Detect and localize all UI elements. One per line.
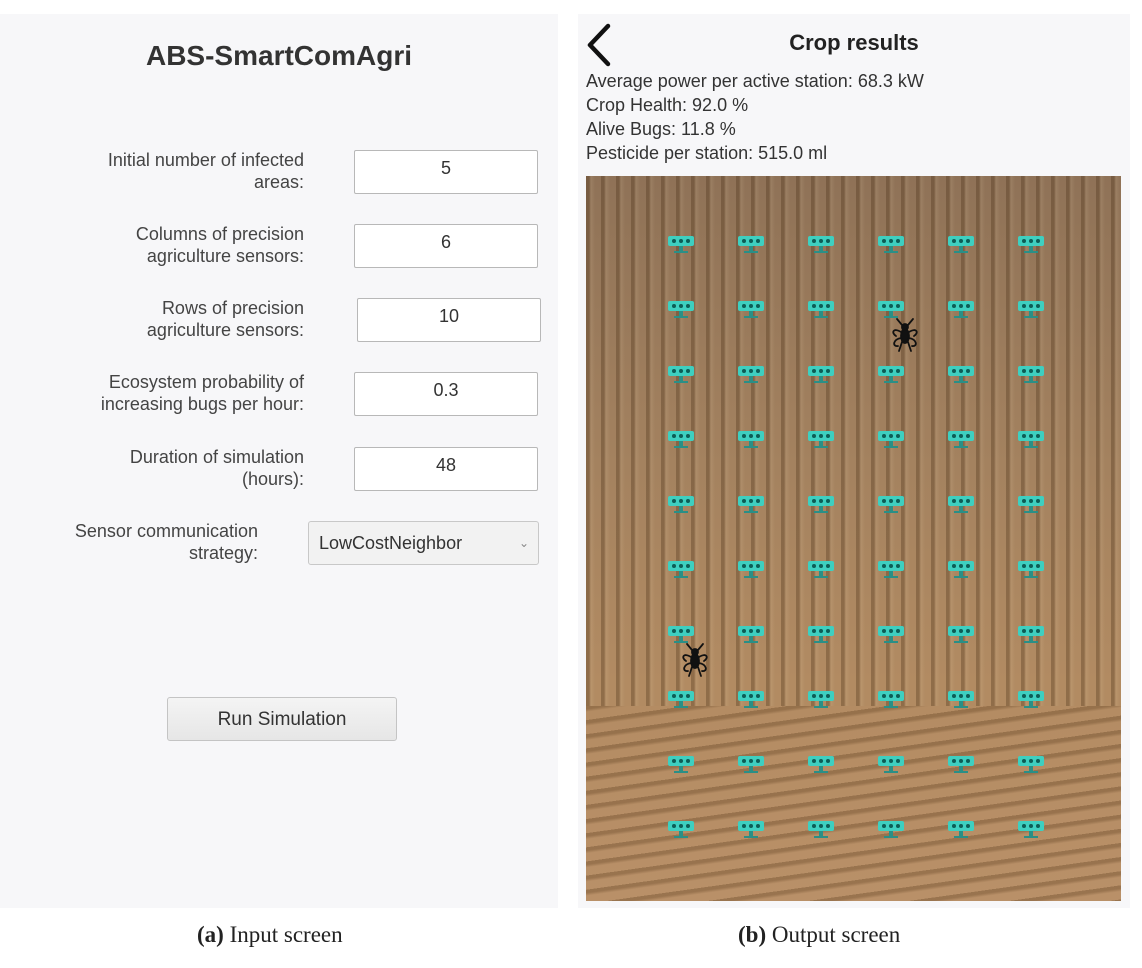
caption-input-screen: (a) Input screen — [197, 922, 343, 947]
sensor-station-icon — [668, 496, 694, 513]
sensor-station-icon — [738, 821, 764, 838]
infected-areas-label: Initial number of infected areas: — [107, 150, 304, 192]
sensor-station-icon — [808, 366, 834, 383]
sensor-station-icon — [738, 236, 764, 253]
sensor-station-icon — [1018, 756, 1044, 773]
sensor-station-icon — [668, 691, 694, 708]
sensor-station-icon — [808, 561, 834, 578]
sensor-station-icon — [1018, 561, 1044, 578]
sensor-station-icon — [948, 756, 974, 773]
chevron-down-icon: ⌄ — [518, 536, 529, 550]
sensor-station-icon — [1018, 366, 1044, 383]
sensor-station-icon — [668, 301, 694, 318]
sensor-station-icon — [948, 301, 974, 318]
sensor-station-icon — [668, 821, 694, 838]
strategy-label: Sensor communication strategy: — [74, 521, 258, 563]
sensor-station-icon — [1018, 496, 1044, 513]
stat-crop-health: Crop Health: 92.0 % — [586, 95, 749, 115]
sensor-station-icon — [948, 561, 974, 578]
infected-areas-input[interactable] — [354, 150, 538, 194]
sensor-columns-row: Columns of precision agriculture sensors… — [0, 224, 558, 284]
caption-output-screen: (b) Output screen — [738, 922, 901, 947]
sensor-station-icon — [948, 366, 974, 383]
sensor-rows-row: Rows of precision agriculture sensors: — [0, 298, 558, 358]
sensor-station-icon — [1018, 691, 1044, 708]
sensor-station-icon — [1018, 431, 1044, 448]
sensor-station-icon — [878, 561, 904, 578]
sensor-station-icon — [738, 756, 764, 773]
strategy-select[interactable]: LowCostNeighbor ⌄ — [308, 521, 539, 565]
crop-field-map — [586, 176, 1121, 901]
stat-alive-bugs: Alive Bugs: 11.8 % — [586, 119, 736, 139]
sensor-station-icon — [738, 691, 764, 708]
sensor-station-icon — [1018, 626, 1044, 643]
sensor-station-icon — [948, 496, 974, 513]
bug-probability-row: Ecosystem probability of increasing bugs… — [0, 372, 558, 432]
run-simulation-button[interactable]: Run Simulation — [167, 697, 397, 741]
sensor-station-icon — [668, 626, 694, 643]
sensor-station-icon — [808, 431, 834, 448]
bug-probability-input[interactable] — [354, 372, 538, 416]
sensor-station-icon — [808, 496, 834, 513]
sensor-station-icon — [738, 626, 764, 643]
sensor-station-icon — [948, 626, 974, 643]
sensor-columns-label: Columns of precision agriculture sensors… — [135, 224, 304, 266]
bug-icon — [892, 318, 918, 352]
sensor-station-icon — [878, 431, 904, 448]
duration-input[interactable] — [354, 447, 538, 491]
sensor-station-icon — [738, 366, 764, 383]
sensor-station-icon — [1018, 236, 1044, 253]
duration-label: Duration of simulation (hours): — [129, 447, 304, 489]
sensor-station-icon — [878, 626, 904, 643]
sensor-station-icon — [668, 431, 694, 448]
crop-results-title: Crop results — [789, 30, 919, 55]
sensor-station-icon — [668, 366, 694, 383]
sensor-rows-input[interactable] — [357, 298, 541, 342]
output-screen: Crop results Average power per active st… — [578, 14, 1130, 908]
sensor-station-icon — [1018, 821, 1044, 838]
sensor-station-icon — [738, 431, 764, 448]
sensor-station-icon — [668, 756, 694, 773]
sensor-station-icon — [878, 821, 904, 838]
sensor-station-icon — [948, 821, 974, 838]
sensor-station-icon — [738, 561, 764, 578]
sensor-station-icon — [948, 431, 974, 448]
bug-probability-label: Ecosystem probability of increasing bugs… — [100, 372, 304, 414]
sensor-station-icon — [668, 236, 694, 253]
sensor-station-icon — [878, 691, 904, 708]
sensor-station-icon — [878, 236, 904, 253]
sensor-station-icon — [878, 301, 904, 318]
sensor-station-icon — [878, 496, 904, 513]
sensor-station-icon — [878, 756, 904, 773]
sensor-station-icon — [808, 821, 834, 838]
sensor-station-icon — [948, 236, 974, 253]
sensor-station-icon — [808, 236, 834, 253]
sensor-station-icon — [808, 626, 834, 643]
sensor-station-icon — [738, 496, 764, 513]
stat-average-power: Average power per active station: 68.3 k… — [586, 71, 924, 91]
sensor-rows-label: Rows of precision agriculture sensors: — [146, 298, 304, 340]
sensor-station-icon — [808, 691, 834, 708]
app-title: ABS-SmartComAgri — [145, 40, 413, 71]
sensor-columns-input[interactable] — [354, 224, 538, 268]
duration-row: Duration of simulation (hours): — [0, 447, 558, 507]
sensor-station-icon — [668, 561, 694, 578]
sensor-station-icon — [878, 366, 904, 383]
strategy-row: Sensor communication strategy: LowCostNe… — [0, 521, 558, 581]
sensor-station-icon — [1018, 301, 1044, 318]
sensor-station-icon — [808, 301, 834, 318]
field-lower-furrows — [586, 706, 1121, 901]
bug-icon — [682, 643, 708, 677]
sensor-station-icon — [808, 756, 834, 773]
strategy-value: LowCostNeighbor — [319, 533, 463, 553]
stat-pesticide: Pesticide per station: 515.0 ml — [586, 143, 828, 163]
infected-areas-row: Initial number of infected areas: — [0, 150, 558, 210]
input-screen: ABS-SmartComAgri Initial number of infec… — [0, 14, 558, 908]
sensor-station-icon — [948, 691, 974, 708]
sensor-station-icon — [738, 301, 764, 318]
